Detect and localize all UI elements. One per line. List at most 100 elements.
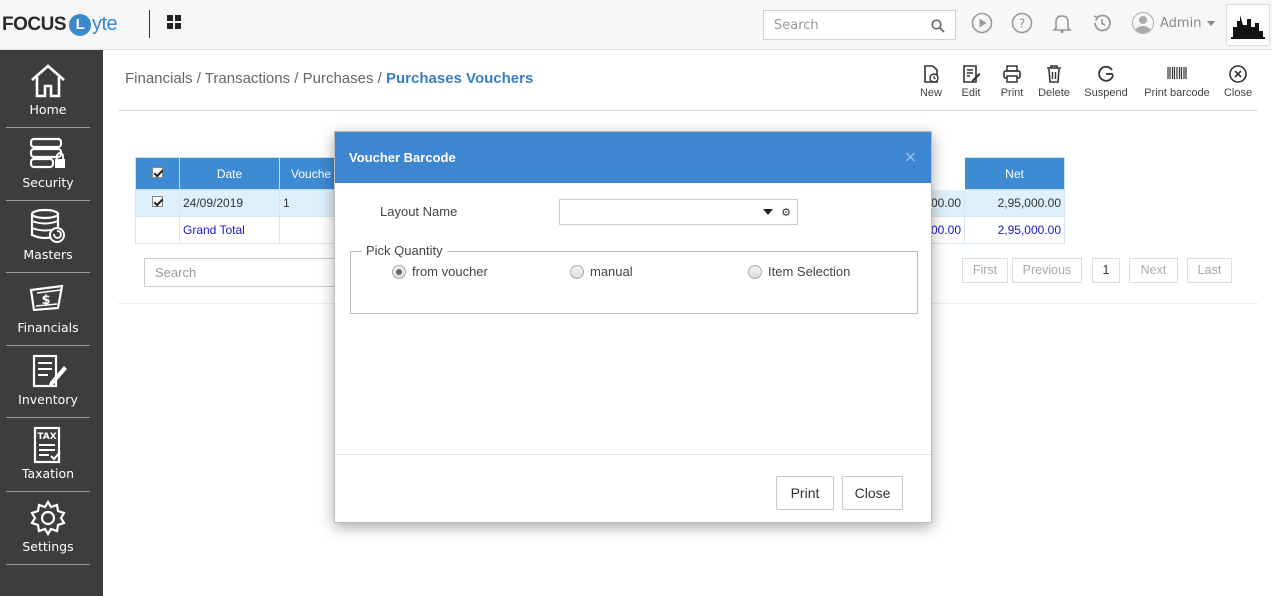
pager-previous-button[interactable]: Previous (1012, 258, 1082, 283)
edit-icon (963, 65, 981, 83)
dialog-close-icon[interactable]: × (904, 147, 917, 166)
dialog-footer-divider (335, 454, 931, 455)
history-icon[interactable] (1091, 12, 1113, 34)
radio-manual-dot[interactable] (570, 264, 584, 279)
pager-current-page[interactable]: 1 (1092, 258, 1120, 283)
company-logo[interactable] (1226, 4, 1270, 46)
radio-manual[interactable]: manual (570, 264, 633, 279)
user-menu[interactable]: Admin (1132, 12, 1216, 34)
topbar-divider (149, 10, 150, 38)
total-empty-cell (135, 216, 180, 244)
sidebar-item-settings[interactable]: Settings (6, 493, 90, 565)
pager-next-button[interactable]: Next (1129, 258, 1178, 283)
logo-word: FOCUS (2, 13, 67, 35)
apps-grid-icon[interactable] (167, 15, 182, 30)
select-all-checkbox[interactable] (152, 166, 163, 178)
settings-icon (30, 499, 66, 537)
user-name: Admin (1160, 15, 1202, 31)
sidebar-label-home: Home (29, 102, 67, 117)
breadcrumb-active: Purchases Vouchers (386, 70, 534, 87)
delete-button[interactable]: Delete (1036, 64, 1072, 99)
skyline-icon (1231, 15, 1265, 39)
grid-search-input[interactable]: Search (144, 258, 339, 287)
app-logo[interactable]: FOCUS L yte (2, 13, 118, 36)
dialog-title: Voucher Barcode (349, 150, 456, 165)
dropdown-arrow-icon[interactable] (763, 209, 773, 215)
layout-name-select[interactable]: ⚙ (559, 199, 798, 225)
radio-item-selection-label: Item Selection (768, 264, 851, 279)
radio-from-voucher-label: from voucher (412, 264, 488, 279)
breadcrumb-item-financials[interactable]: Financials / (125, 70, 201, 87)
radio-item-selection-dot[interactable] (748, 264, 762, 279)
gear-icon[interactable]: ⚙ (781, 206, 791, 219)
suspend-button[interactable]: Suspend (1082, 64, 1130, 99)
total-net: 2,95,000.00 (964, 216, 1065, 244)
new-button-label: New (919, 87, 942, 99)
sidebar-item-inventory[interactable]: Inventory (6, 346, 90, 418)
sidebar-item-financials[interactable]: $ Financials (6, 274, 90, 346)
bell-icon[interactable] (1051, 12, 1073, 34)
column-header-net[interactable]: Net (964, 157, 1065, 190)
pager-first-button[interactable]: First (962, 258, 1008, 283)
grid-search-placeholder: Search (155, 265, 197, 280)
sidebar-item-home[interactable]: Home (6, 56, 90, 128)
logo-mark: L (69, 13, 91, 36)
dialog-close-button[interactable]: Close (842, 476, 903, 510)
masters-icon (30, 208, 65, 243)
new-doc-icon (924, 65, 939, 83)
print-button-label: Print (1000, 87, 1024, 99)
select-all-header[interactable] (135, 157, 180, 190)
help-icon[interactable]: ? (1011, 12, 1033, 34)
sidebar-item-taxation[interactable]: TAX Taxation (6, 420, 90, 492)
svg-text:$: $ (41, 293, 50, 308)
sidebar-label-taxation: Taxation (21, 466, 75, 481)
layout-name-label: Layout Name (380, 204, 458, 219)
radio-manual-label: manual (590, 264, 633, 279)
sidebar-item-security[interactable]: Security (6, 129, 90, 201)
security-icon (29, 137, 65, 169)
grand-total-label: Grand Total (179, 216, 280, 244)
play-icon[interactable] (971, 12, 993, 34)
home-icon (31, 64, 65, 98)
taxation-icon: TAX (33, 426, 61, 464)
print-button[interactable]: Print (998, 64, 1026, 99)
tax-icon-text: TAX (37, 432, 56, 442)
pick-quantity-group: Pick Quantity from voucher manual Item S… (350, 243, 918, 314)
pick-quantity-legend: Pick Quantity (362, 243, 447, 258)
sidebar-label-financials: Financials (17, 320, 79, 335)
dialog-header: Voucher Barcode (335, 132, 931, 183)
top-bar: FOCUS L yte Search ? Admin (0, 0, 1272, 50)
top-search-input[interactable]: Search (763, 10, 956, 40)
sidebar-label-inventory: Inventory (18, 392, 78, 407)
close-button[interactable]: Close (1222, 64, 1254, 99)
radio-item-selection[interactable]: Item Selection (748, 264, 850, 279)
logo-rest: yte (92, 13, 118, 35)
trash-icon (1047, 65, 1061, 83)
sidebar-item-masters[interactable]: Masters (6, 201, 90, 273)
edit-button[interactable]: Edit (958, 64, 984, 99)
sidebar-label-security: Security (22, 175, 74, 190)
pager-last-button[interactable]: Last (1187, 258, 1232, 283)
radio-from-voucher[interactable]: from voucher (392, 264, 488, 279)
suspend-button-label: Suspend (1084, 87, 1128, 99)
close-button-label: Close (1223, 87, 1253, 99)
delete-button-label: Delete (1038, 87, 1070, 99)
print-barcode-button[interactable]: Print barcode (1139, 64, 1215, 99)
row-select-cell[interactable] (135, 189, 180, 217)
inventory-icon (32, 354, 67, 388)
close-circle-icon (1229, 65, 1247, 83)
radio-from-voucher-dot[interactable] (392, 264, 406, 279)
printer-icon (1003, 65, 1021, 83)
new-button[interactable]: New (916, 64, 946, 99)
row-checkbox[interactable] (152, 196, 163, 207)
breadcrumb-item-purchases[interactable]: Purchases / (303, 70, 382, 87)
column-header-date[interactable]: Date (179, 157, 280, 190)
financials-icon: $ (29, 284, 64, 312)
svg-text:?: ? (1019, 17, 1025, 31)
column-header-voucher[interactable]: Vouche (279, 157, 336, 190)
sidebar: Home Security Masters $ Financials Inven… (0, 50, 103, 596)
breadcrumb-item-transactions[interactable]: Transactions / (205, 70, 299, 87)
search-icon[interactable] (931, 19, 945, 33)
top-search-placeholder: Search (774, 18, 819, 33)
dialog-print-button[interactable]: Print (776, 476, 834, 510)
